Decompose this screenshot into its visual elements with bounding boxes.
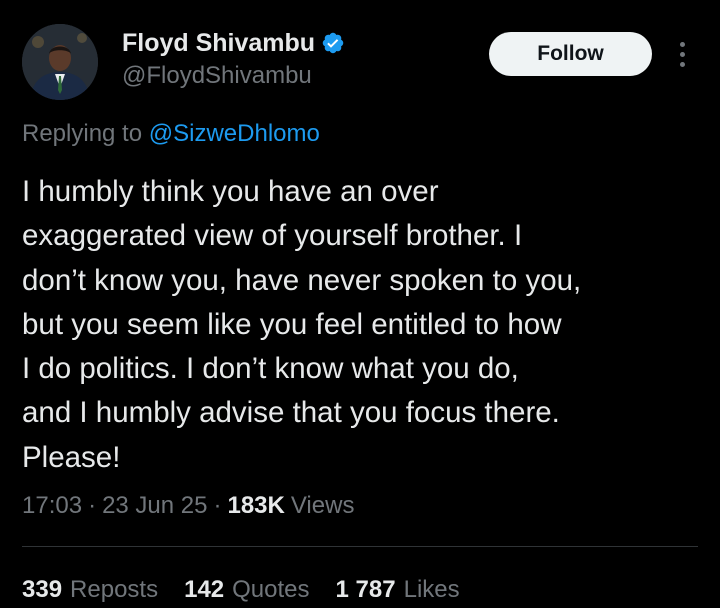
likes-stat[interactable]: 1 787 Likes (336, 574, 460, 606)
tweet: Floyd Shivambu @FloydShivambu Follow Rep… (0, 0, 720, 608)
quotes-label: Quotes (232, 576, 310, 603)
tweet-text: I humbly think you have an over exaggera… (22, 170, 712, 480)
follow-button[interactable]: Follow (489, 32, 652, 76)
divider (22, 546, 698, 547)
avatar[interactable] (22, 24, 98, 100)
replying-to-handle-link[interactable]: @SizweDhlomo (149, 120, 320, 147)
author-handle[interactable]: @FloydShivambu (122, 62, 312, 90)
tweet-text-line: I do politics. I don’t know what you do, (22, 352, 519, 386)
more-options-icon[interactable] (670, 36, 694, 72)
views-label: Views (290, 492, 355, 519)
tweet-text-line: I humbly think you have an over (22, 175, 439, 208)
tweet-text-line: don’t know you, have never spoken to you… (22, 263, 582, 297)
likes-count: 1 787 (335, 576, 396, 603)
verified-badge-icon (321, 31, 345, 55)
quotes-count: 142 (184, 576, 225, 603)
replying-to: Replying to @SizweDhlomo (22, 118, 320, 150)
meta-separator: · (88, 492, 97, 519)
meta-separator: · (213, 492, 222, 519)
tweet-text-line: Please! (22, 440, 121, 474)
quotes-stat[interactable]: 142 Quotes (184, 574, 309, 606)
display-name[interactable]: Floyd Shivambu (122, 28, 315, 58)
tweet-time[interactable]: 17:03 (22, 490, 82, 522)
engagement-stats: 339 Reposts 142 Quotes 1 787 Likes (22, 574, 460, 606)
likes-label: Likes (403, 576, 460, 603)
tweet-text-line: but you seem like you feel entitled to h… (22, 307, 562, 341)
tweet-meta: 17:03 · 23 Jun 25 · 183K Views (22, 490, 354, 522)
author-name-row[interactable]: Floyd Shivambu (122, 28, 345, 58)
tweet-text-line: and I humbly advise that you focus there… (22, 396, 560, 430)
reposts-stat[interactable]: 339 Reposts (22, 574, 158, 606)
views-count: 183K (227, 492, 285, 519)
replying-prefix: Replying to (22, 120, 143, 147)
reposts-count: 339 (22, 576, 63, 603)
avatar-photo (22, 24, 98, 100)
tweet-text-line: exaggerated view of yourself brother. I (22, 219, 523, 253)
tweet-date[interactable]: 23 Jun 25 (102, 490, 207, 522)
reposts-label: Reposts (70, 576, 159, 603)
